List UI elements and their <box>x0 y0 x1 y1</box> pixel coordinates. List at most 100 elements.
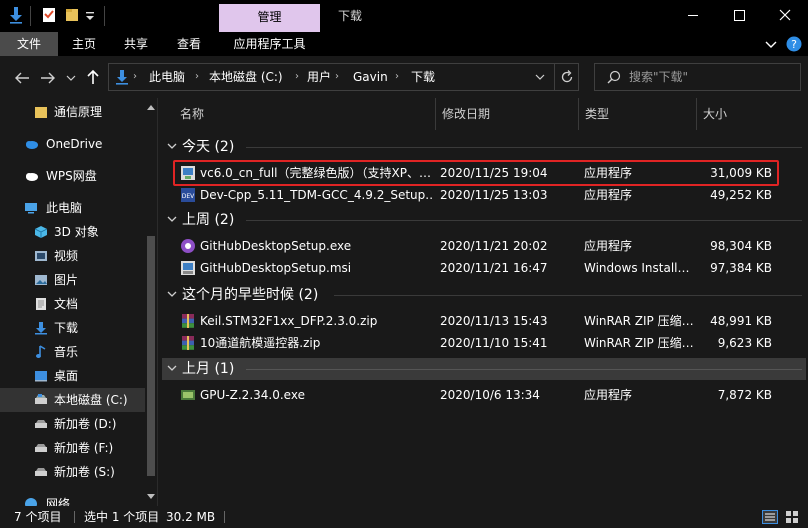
chevron-down-icon[interactable] <box>166 288 178 300</box>
breadcrumb-chevron-icon[interactable]: › <box>335 64 339 90</box>
sidebar-item-documents[interactable]: 文档 <box>0 292 145 316</box>
file-date: 2020/11/13 15:43 <box>440 314 548 328</box>
sidebar-item-volume-f[interactable]: 新加卷 (F:) <box>0 436 145 460</box>
breadcrumb-this-pc[interactable]: 此电脑 <box>149 64 185 90</box>
group-header[interactable]: 今天 (2) <box>162 136 806 158</box>
chevron-down-icon[interactable] <box>166 362 178 374</box>
sidebar-item-wps[interactable]: WPS网盘 <box>0 164 145 188</box>
selected-size: 30.2 MB <box>166 510 216 524</box>
group-header[interactable]: 上周 (2) <box>162 209 806 231</box>
breadcrumb-chevron-icon[interactable]: › <box>295 64 299 90</box>
scroll-down-icon[interactable] <box>147 494 155 500</box>
file-name: GPU-Z.2.34.0.exe <box>200 388 305 402</box>
sidebar-item-downloads[interactable]: 下载 <box>0 316 145 340</box>
properties-icon[interactable] <box>41 6 57 24</box>
sidebar-item-network[interactable]: 网络 <box>0 492 145 506</box>
details-view-icon[interactable] <box>762 510 778 524</box>
sidebar-item-label: 新加卷 (S:) <box>54 465 115 479</box>
sidebar-scrollbar-thumb[interactable] <box>147 236 155 476</box>
customize-toolbar-icon[interactable] <box>84 6 96 24</box>
document-icon <box>36 298 46 310</box>
file-row[interactable]: 10通道航模遥控器.zip 2020/11/10 15:41 WinRAR ZI… <box>174 332 778 354</box>
column-header-name[interactable]: 名称 <box>174 98 436 130</box>
forward-arrow-icon[interactable] <box>40 71 56 85</box>
file-date: 2020/11/21 16:47 <box>440 261 548 275</box>
breadcrumb-downloads[interactable]: 下载 <box>411 64 435 90</box>
breadcrumb-chevron-icon[interactable]: › <box>395 64 399 90</box>
search-box[interactable] <box>594 63 801 91</box>
column-header-date[interactable]: 修改日期 <box>436 98 579 130</box>
drive-icon <box>35 444 47 452</box>
new-folder-icon[interactable] <box>64 6 80 24</box>
sidebar-item-label: 此电脑 <box>46 201 83 215</box>
file-date: 2020/11/21 20:02 <box>440 239 548 253</box>
download-icon <box>35 322 47 335</box>
sidebar-item-label: 音乐 <box>54 345 79 359</box>
search-input[interactable] <box>629 69 789 85</box>
breadcrumb-user[interactable]: Gavin <box>353 64 388 90</box>
up-arrow-icon[interactable] <box>86 69 100 85</box>
tab-share[interactable]: 共享 <box>110 32 162 56</box>
breadcrumb-chevron-icon[interactable]: › <box>195 64 199 90</box>
breadcrumb-chevron-icon[interactable]: › <box>133 64 137 90</box>
sidebar-item-volume-s[interactable]: 新加卷 (S:) <box>0 460 145 484</box>
sidebar-item-videos[interactable]: 视频 <box>0 244 145 268</box>
sidebar-item-pictures[interactable]: 图片 <box>0 268 145 292</box>
recent-locations-icon[interactable] <box>66 73 76 83</box>
refresh-icon[interactable] <box>560 70 574 84</box>
large-icons-view-icon[interactable] <box>784 510 800 524</box>
file-row[interactable]: GitHubDesktopSetup.msi 2020/11/21 16:47 … <box>174 257 778 279</box>
download-arrow-icon[interactable] <box>8 6 24 24</box>
file-row[interactable]: Keil.STM32F1xx_DFP.2.3.0.zip 2020/11/13 … <box>174 310 778 332</box>
tab-app-tools[interactable]: 应用程序工具 <box>219 32 320 56</box>
breadcrumb-users[interactable]: 用户 <box>307 64 331 90</box>
file-row[interactable]: DEV Dev-Cpp_5.11_TDM-GCC_4.9.2_Setup.… 2… <box>174 184 778 206</box>
breadcrumb-local-disk[interactable]: 本地磁盘 (C:) <box>209 64 283 90</box>
column-header-type[interactable]: 类型 <box>579 98 697 130</box>
file-name: Keil.STM32F1xx_DFP.2.3.0.zip <box>200 314 378 328</box>
sidebar-item-folder[interactable]: 通信原理 <box>0 100 145 124</box>
sidebar-item-label: 3D 对象 <box>54 225 99 239</box>
scroll-up-icon[interactable] <box>147 104 155 110</box>
msi-icon <box>181 261 195 275</box>
tab-view[interactable]: 查看 <box>162 32 216 56</box>
sidebar-item-this-pc[interactable]: 此电脑 <box>0 196 145 220</box>
minimize-button[interactable] <box>670 0 716 32</box>
column-header-size[interactable]: 大小 <box>697 98 779 130</box>
context-tab-manage[interactable]: 管理 <box>219 4 320 32</box>
gpuz-icon <box>181 390 195 400</box>
title-bar: 管理 下载 <box>0 0 808 32</box>
back-arrow-icon[interactable] <box>14 71 30 85</box>
sidebar-item-label: 通信原理 <box>54 105 103 119</box>
sidebar-item-3d-objects[interactable]: 3D 对象 <box>0 220 145 244</box>
sidebar-item-label: WPS网盘 <box>46 169 97 183</box>
expand-ribbon-icon[interactable] <box>764 38 778 50</box>
help-icon[interactable]: ? <box>786 36 802 52</box>
file-date: 2020/11/10 15:41 <box>440 336 548 350</box>
file-name: GitHubDesktopSetup.msi <box>200 261 352 275</box>
sidebar-item-label: 图片 <box>54 273 79 287</box>
sidebar-item-label: 网络 <box>46 497 71 506</box>
chevron-down-icon[interactable] <box>166 140 178 152</box>
sidebar-item-music[interactable]: 音乐 <box>0 340 145 364</box>
close-button[interactable] <box>762 0 808 32</box>
file-name: Dev-Cpp_5.11_TDM-GCC_4.9.2_Setup.… <box>200 188 432 202</box>
sidebar-item-local-disk-c[interactable]: 本地磁盘 (C:) <box>0 388 145 412</box>
tab-home[interactable]: 主页 <box>58 32 110 56</box>
sidebar-item-desktop[interactable]: 桌面 <box>0 364 145 388</box>
group-header[interactable]: 这个月的早些时候 (2) <box>162 284 806 306</box>
sidebar-item-onedrive[interactable]: OneDrive <box>0 132 145 156</box>
group-divider <box>246 220 802 221</box>
winrar-icon <box>182 336 194 350</box>
address-bar[interactable]: › 此电脑 › 本地磁盘 (C:) › 用户 › Gavin › 下载 <box>108 63 579 91</box>
maximize-button[interactable] <box>716 0 762 32</box>
group-title: 今天 (2) <box>182 139 235 155</box>
file-row[interactable]: GitHubDesktopSetup.exe 2020/11/21 20:02 … <box>174 235 778 257</box>
sidebar-item-volume-d[interactable]: 新加卷 (D:) <box>0 412 145 436</box>
tab-file[interactable]: 文件 <box>0 32 58 56</box>
file-row[interactable]: GPU-Z.2.34.0.exe 2020/10/6 13:34 应用程序 7,… <box>174 384 778 406</box>
group-header[interactable]: 上月 (1) <box>162 358 806 380</box>
address-dropdown-icon[interactable] <box>535 73 545 81</box>
chevron-down-icon[interactable] <box>166 213 178 225</box>
file-size: 97,384 KB <box>710 261 772 275</box>
